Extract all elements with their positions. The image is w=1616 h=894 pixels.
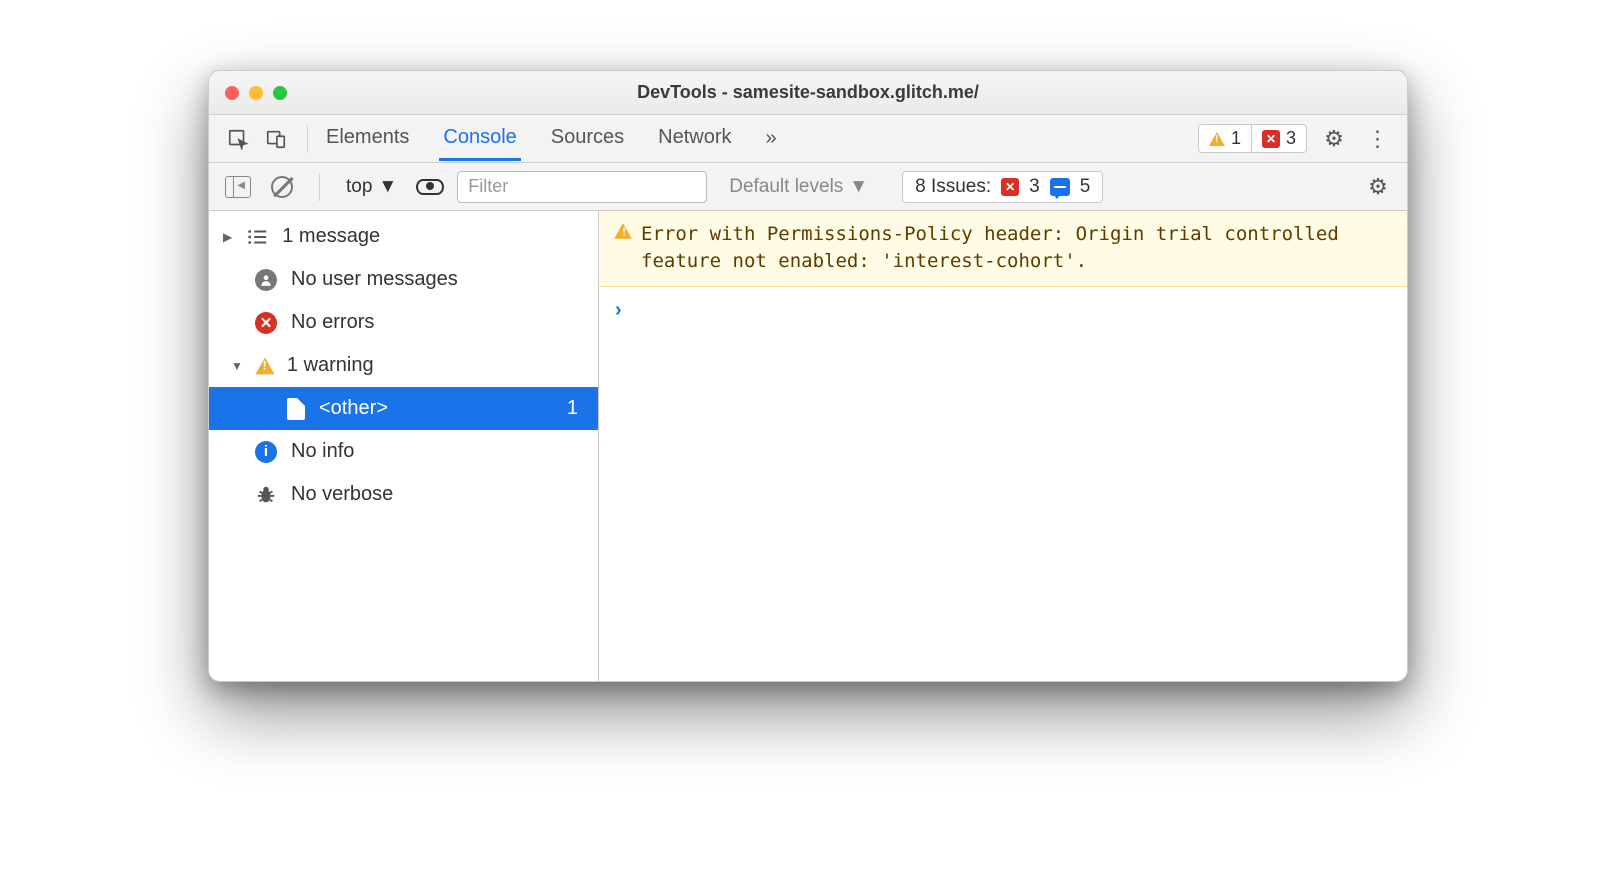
live-expression-icon[interactable] xyxy=(413,170,447,204)
separator xyxy=(307,125,308,153)
console-sidebar: ▶ 1 message No user messages ✕ xyxy=(209,211,599,681)
tab-network[interactable]: Network xyxy=(654,116,735,161)
errors-badge[interactable]: ✕ 3 xyxy=(1251,125,1306,152)
console-output: Error with Permissions-Policy header: Or… xyxy=(599,211,1407,681)
user-icon xyxy=(255,269,277,291)
device-toggle-icon[interactable] xyxy=(259,122,293,156)
expand-icon: ▶ xyxy=(223,230,232,244)
sidebar-item-user-messages[interactable]: No user messages xyxy=(209,258,598,301)
sidebar-item-errors[interactable]: ✕ No errors xyxy=(209,301,598,344)
filter-input[interactable] xyxy=(457,171,707,203)
info-icon: i xyxy=(255,441,277,463)
context-label: top xyxy=(346,176,372,198)
warnings-badge[interactable]: 1 xyxy=(1199,125,1251,152)
inspect-element-icon[interactable] xyxy=(221,122,255,156)
console-toolbar: top ▼ Default levels ▼ 8 Issues: ✕ 3 5 ⚙ xyxy=(209,163,1407,211)
warning-text: Error with Permissions-Policy header: Or… xyxy=(641,221,1391,274)
status-badges[interactable]: 1 ✕ 3 xyxy=(1198,124,1307,153)
warning-icon xyxy=(1209,132,1225,146)
more-tabs-icon[interactable]: » xyxy=(766,127,777,150)
console-settings-gear-icon[interactable]: ⚙ xyxy=(1361,170,1395,204)
sidebar-item-count: 1 xyxy=(567,397,584,420)
list-icon xyxy=(246,227,268,247)
sidebar-item-verbose[interactable]: No verbose xyxy=(209,473,598,516)
file-icon xyxy=(287,398,305,420)
sidebar-item-label: No verbose xyxy=(291,483,393,506)
errors-count: 3 xyxy=(1286,128,1296,149)
log-levels-dropdown[interactable]: Default levels ▼ xyxy=(723,176,874,198)
error-icon: ✕ xyxy=(255,312,277,334)
levels-label: Default levels xyxy=(729,176,843,198)
main-content: ▶ 1 message No user messages ✕ xyxy=(209,211,1407,681)
prompt-chevron-icon: › xyxy=(615,299,622,321)
sidebar-item-label: 1 warning xyxy=(287,354,374,377)
issues-button[interactable]: 8 Issues: ✕ 3 5 xyxy=(902,171,1103,203)
sidebar-item-info[interactable]: i No info xyxy=(209,430,598,473)
tab-console[interactable]: Console xyxy=(439,116,520,161)
titlebar: DevTools - samesite-sandbox.glitch.me/ xyxy=(209,71,1407,115)
sidebar-item-label: No info xyxy=(291,440,354,463)
panel-tabs: Elements Console Sources Network xyxy=(322,116,736,161)
warning-icon xyxy=(255,357,274,374)
error-icon: ✕ xyxy=(1262,130,1280,148)
tab-elements[interactable]: Elements xyxy=(322,116,413,161)
info-bubble-icon xyxy=(1050,178,1070,196)
tab-sources[interactable]: Sources xyxy=(547,116,628,161)
sidebar-item-warnings-other[interactable]: <other> 1 xyxy=(209,387,598,430)
bug-icon xyxy=(255,484,277,506)
window-title: DevTools - samesite-sandbox.glitch.me/ xyxy=(209,82,1407,103)
console-warning-message[interactable]: Error with Permissions-Policy header: Or… xyxy=(599,211,1407,287)
chevron-down-icon: ▼ xyxy=(378,176,397,198)
collapse-icon: ▼ xyxy=(231,359,243,373)
sidebar-item-messages[interactable]: ▶ 1 message xyxy=(209,215,598,258)
sidebar-item-warnings[interactable]: ▼ 1 warning xyxy=(209,344,598,387)
error-icon: ✕ xyxy=(1001,178,1019,196)
issues-info-count: 5 xyxy=(1080,176,1091,198)
separator xyxy=(319,173,320,201)
issues-errors-count: 3 xyxy=(1029,176,1040,198)
sidebar-item-label: No user messages xyxy=(291,268,458,291)
kebab-menu-icon[interactable]: ⋮ xyxy=(1361,122,1395,156)
sidebar-item-label: No errors xyxy=(291,311,374,334)
main-toolbar: Elements Console Sources Network » 1 ✕ 3… xyxy=(209,115,1407,163)
issues-label: 8 Issues: xyxy=(915,176,991,198)
sidebar-item-label: <other> xyxy=(319,397,388,420)
settings-gear-icon[interactable]: ⚙ xyxy=(1317,122,1351,156)
sidebar-item-label: 1 message xyxy=(282,225,380,248)
devtools-window: DevTools - samesite-sandbox.glitch.me/ E… xyxy=(208,70,1408,682)
toggle-sidebar-icon[interactable] xyxy=(221,170,255,204)
warnings-count: 1 xyxy=(1231,128,1241,149)
clear-console-icon[interactable] xyxy=(265,170,299,204)
console-prompt[interactable]: › xyxy=(599,287,1407,334)
context-dropdown[interactable]: top ▼ xyxy=(340,176,403,198)
warning-icon xyxy=(614,223,632,238)
chevron-down-icon: ▼ xyxy=(849,176,868,198)
